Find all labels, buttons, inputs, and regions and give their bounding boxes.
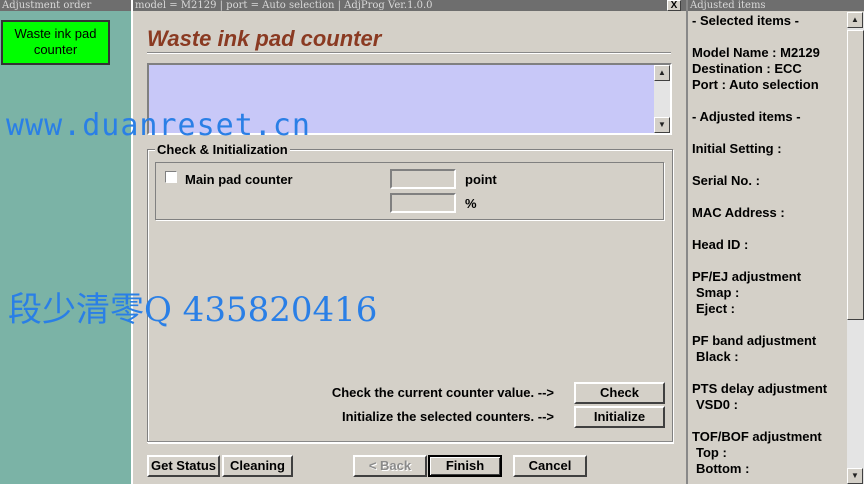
scroll-up-icon[interactable]: ▲	[847, 12, 863, 28]
scroll-up-icon[interactable]: ▲	[654, 65, 670, 81]
adjusted-item: PTS delay adjustment	[692, 381, 828, 396]
adjusted-items-title: Adjusted items	[688, 0, 864, 11]
footer-divider	[147, 441, 673, 443]
adjusted-item: PF/EJ adjustment	[692, 269, 802, 284]
adjusted-item: Eject :	[696, 301, 736, 316]
check-button[interactable]: Check	[574, 382, 665, 404]
adjusted-item: PF band adjustment	[692, 333, 817, 348]
adjusted-item: Destination : ECC	[692, 61, 802, 76]
adjusted-items-list: - Selected items - Model Name : M2129 Dest…	[692, 13, 848, 477]
adjusted-item	[692, 413, 848, 429]
adjusted-item: Smap :	[696, 285, 740, 300]
adjusted-item: Top :	[696, 445, 727, 460]
adjusted-item	[692, 157, 848, 173]
window-title: model = M2129 | port = Auto selection | …	[133, 0, 686, 11]
main-pad-counter-label: Main pad counter	[185, 172, 293, 187]
heading-divider	[147, 52, 671, 54]
adjusted-item: VSD0 :	[696, 397, 738, 412]
adjusted-item	[692, 29, 848, 45]
adjusted-item	[692, 253, 848, 269]
back-button: < Back	[353, 455, 427, 477]
percent-value-field	[390, 193, 456, 213]
cleaning-button[interactable]: Cleaning	[222, 455, 293, 477]
adjusted-item	[692, 317, 848, 333]
adjusted-item: Bottom :	[696, 461, 750, 476]
adjusted-item: Head ID :	[692, 237, 749, 252]
check-initialization-label: Check & Initialization	[155, 142, 290, 157]
adjusted-item: Serial No. :	[692, 173, 760, 188]
adjusted-item	[692, 125, 848, 141]
page-heading: Waste ink pad counter	[147, 26, 382, 51]
adjusted-item: Model Name : M2129	[692, 45, 820, 60]
get-status-button[interactable]: Get Status	[147, 455, 220, 477]
adjusted-item: Port : Auto selection	[692, 77, 819, 92]
finish-button[interactable]: Finish	[428, 455, 502, 477]
initialize-hint: Initialize the selected counters. -->	[341, 409, 554, 424]
watermark-url: www.duanreset.cn	[6, 108, 311, 143]
scroll-down-icon[interactable]: ▼	[847, 468, 863, 484]
adjusted-item: TOF/BOF adjustment	[692, 429, 822, 444]
point-value-field	[390, 169, 456, 189]
adjustment-item-waste-ink-pad-counter[interactable]: Waste ink pad counter	[1, 20, 110, 65]
initialize-button[interactable]: Initialize	[574, 406, 665, 428]
adjusted-items-panel: Adjusted items - Selected items - Model N…	[686, 0, 864, 484]
adjusted-item	[692, 221, 848, 237]
adjprog-window: model = M2129 | port = Auto selection | …	[131, 0, 686, 484]
adjusted-item: Black :	[696, 349, 739, 364]
point-unit-label: point	[465, 172, 497, 187]
scroll-down-icon[interactable]: ▼	[654, 117, 670, 133]
scroll-thumb[interactable]	[847, 30, 864, 320]
adjustment-order-panel: Adjustment order Waste ink pad counter	[0, 0, 131, 484]
adjusted-item: Initial Setting :	[692, 141, 782, 156]
adjusted-items-scrollbar[interactable]: ▲ ▼	[847, 12, 864, 484]
adjusted-item: - Adjusted items -	[692, 109, 801, 124]
close-button[interactable]: X	[667, 0, 681, 11]
message-scrollbar[interactable]: ▲ ▼	[654, 65, 670, 133]
adjusted-item	[692, 93, 848, 109]
adjusted-item: - Selected items -	[692, 13, 799, 28]
check-hint: Check the current counter value. -->	[331, 385, 554, 400]
adjustment-order-title: Adjustment order	[0, 0, 131, 11]
adjusted-item: MAC Address :	[692, 205, 785, 220]
percent-unit-label: %	[465, 196, 477, 211]
adjusted-item	[692, 365, 848, 381]
main-pad-counter-checkbox[interactable]	[165, 171, 177, 183]
adjusted-item	[692, 189, 848, 205]
cancel-button[interactable]: Cancel	[513, 455, 587, 477]
watermark-qq: 段少清零Q 435820416	[8, 290, 378, 330]
